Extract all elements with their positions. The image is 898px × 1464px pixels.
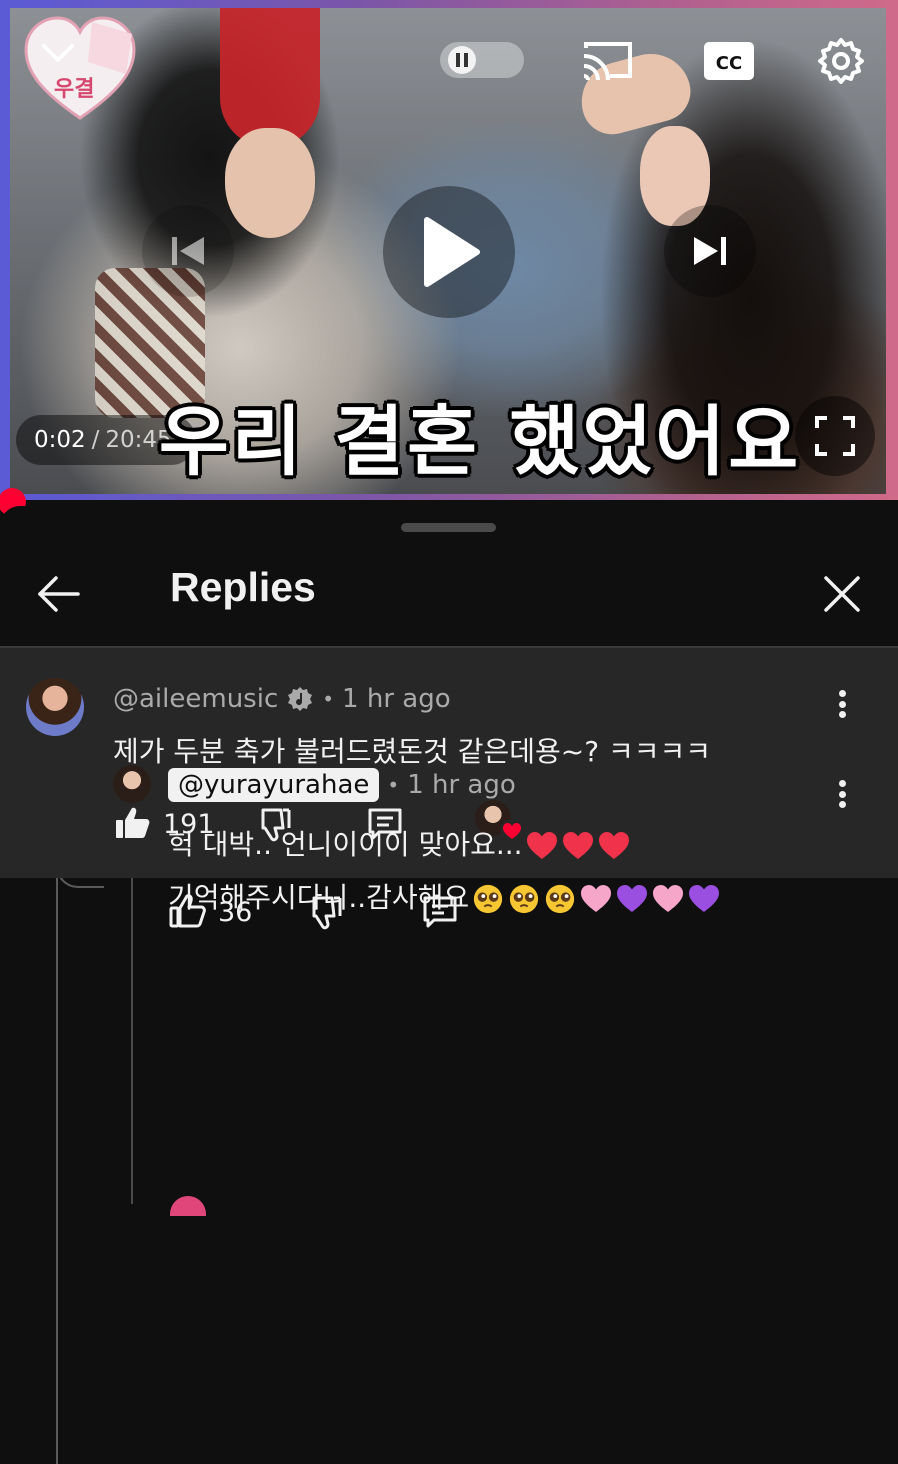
pink-heart-emoji [581,885,612,912]
show-logo: 우결 [24,16,136,120]
meta-dot: • [387,773,400,797]
svg-text:우결: 우결 [54,77,94,102]
sub-thread-line [131,824,133,1204]
close-icon[interactable] [818,570,866,618]
time-separator: / [91,427,100,453]
comment-author[interactable]: @aileemusic [113,684,278,714]
dislike-icon[interactable] [304,892,344,932]
pink-heart-emoji [653,885,684,912]
minimize-chevron-down-icon[interactable] [38,38,78,68]
video-player[interactable]: 우결 CC 0:02 / 20:45 우리 결혼 했었어요 [0,0,898,516]
pleading-face-emoji [510,884,539,914]
more-vert-icon[interactable] [832,686,852,722]
fullscreen-icon[interactable] [795,396,875,476]
like-icon[interactable] [113,804,153,844]
reply-time: 1 hr ago [407,770,516,800]
pause-icon [448,46,476,74]
reply-line-1: 헉 대박.. 언니이이이 맞아요... [168,818,721,871]
comment-text: 제가 두분 축가 불러드렸돈것 같은데용~? ㅋㅋㅋㅋ [113,735,712,768]
avatar[interactable] [113,765,151,803]
previous-icon[interactable] [142,205,234,297]
video-scene-person [225,128,315,238]
cast-icon[interactable] [580,38,636,82]
like-count: 36 [218,896,253,928]
next-reply-avatar[interactable] [170,1196,206,1216]
reply-line-1-text: 헉 대박.. 언니이이이 맞아요... [168,828,523,861]
comment-meta: @aileemusic • 1 hr ago [113,684,451,714]
red-heart-emoji [598,832,629,859]
video-caption: 우리 결혼 했었어요 [158,397,802,486]
play-icon[interactable] [383,186,515,318]
closed-captions-icon[interactable]: CC [702,40,756,82]
purple-heart-emoji [689,885,720,912]
replies-panel: Replies @aileemusic • 1 hr ago 제가 두분 축가 … [0,506,898,1464]
panel-title: Replies [170,564,316,610]
back-arrow-icon[interactable] [34,570,82,618]
purple-heart-emoji [617,885,648,912]
more-vert-icon[interactable] [832,776,852,812]
reply-meta: @yurayurahae • 1 hr ago [168,768,516,802]
like-icon[interactable] [168,892,208,932]
red-heart-emoji [526,832,557,859]
autoplay-toggle[interactable] [440,42,524,78]
reply-actions: 36 [168,892,460,932]
comment-time: 1 hr ago [342,684,451,714]
avatar[interactable] [26,678,84,736]
reply-icon[interactable] [420,892,460,932]
current-time: 0:02 [34,427,86,453]
drag-handle[interactable] [401,523,496,532]
pleading-face-emoji [474,884,503,914]
settings-gear-icon[interactable] [814,34,868,88]
panel-header: Replies [0,546,898,646]
reply-author[interactable]: @yurayurahae [168,768,380,802]
meta-dot: • [322,687,335,711]
pleading-face-emoji [546,884,575,914]
verified-music-icon [288,687,313,711]
next-icon[interactable] [664,205,756,297]
svg-text:CC: CC [716,53,742,74]
red-heart-emoji [562,832,593,859]
video-scene-pole [220,8,320,148]
